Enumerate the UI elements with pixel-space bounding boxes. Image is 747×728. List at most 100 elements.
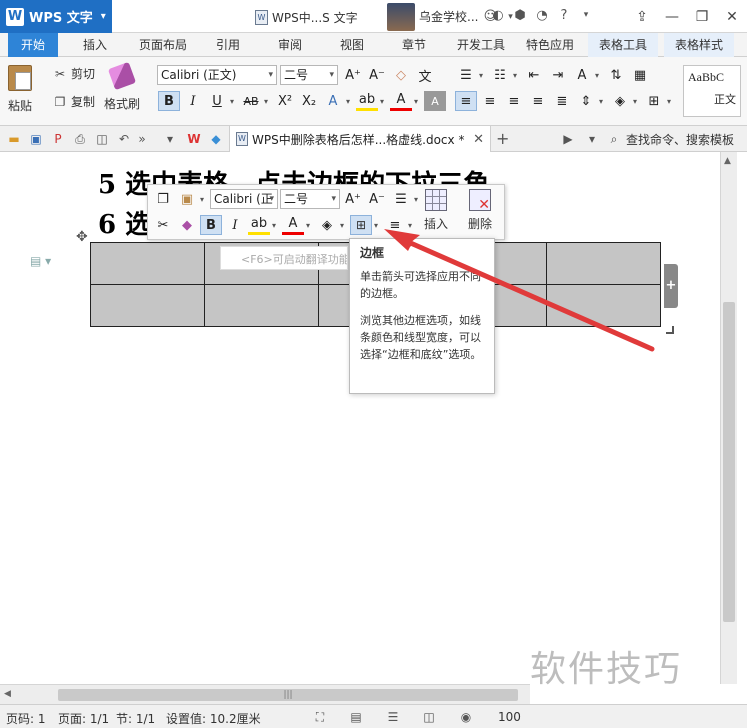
print-icon[interactable]: ⎙ (72, 131, 88, 147)
page-view-icon[interactable]: ▤ (348, 709, 364, 725)
chevron-down-icon[interactable]: ▾ (346, 97, 354, 106)
chevron-down-icon[interactable]: ▾ (200, 195, 208, 204)
chevron-down-icon[interactable]: ▾ (162, 131, 178, 147)
chevron-down-icon[interactable]: ▾ (264, 97, 272, 106)
grow-font-icon[interactable]: A⁺ (342, 189, 364, 209)
chevron-down-icon[interactable]: ▾ (633, 97, 641, 106)
phonetic-icon[interactable]: 文 (414, 65, 436, 85)
table-move-handle-icon[interactable]: ✥ (76, 229, 88, 245)
tab-review[interactable]: 审阅 (266, 33, 314, 57)
highlight-button[interactable]: ab (248, 215, 270, 235)
line-spacing-icon[interactable]: ☰ (390, 189, 412, 209)
text-effect-button[interactable]: A (322, 91, 344, 111)
eye-protect-icon[interactable]: ◉ (458, 709, 474, 725)
preview-icon[interactable]: ◫ (94, 131, 110, 147)
help-icon[interactable]: ? (556, 6, 572, 24)
clear-format-icon[interactable]: ◇ (390, 65, 412, 85)
distribute-icon[interactable]: ≣ (551, 91, 573, 111)
scroll-thumb[interactable]: ||| (58, 689, 518, 701)
play-icon[interactable]: ▶ (560, 131, 576, 147)
tab-references[interactable]: 引用 (204, 33, 252, 57)
copy-button[interactable]: ❐ 复制 (52, 93, 95, 110)
sort-icon[interactable]: ⇅ (605, 65, 627, 85)
chevron-down-icon[interactable]: ▾ (599, 97, 607, 106)
document-tab[interactable]: W WPS中删除表格后怎样...格虚线.docx * ✕ (229, 126, 491, 152)
superscript-button[interactable]: X² (274, 91, 296, 111)
close-button[interactable]: ✕ (717, 0, 747, 33)
align-center-icon[interactable]: ≡ (479, 91, 501, 111)
status-page-number[interactable]: 页码: 1 (6, 710, 46, 727)
chevron-down-icon[interactable]: ▾ (667, 97, 675, 106)
paste-button[interactable]: 粘贴 (8, 65, 32, 114)
table-resize-handle-icon[interactable] (666, 326, 674, 334)
shrink-font-icon[interactable]: A⁻ (366, 65, 388, 85)
table-cell[interactable] (90, 284, 205, 327)
subscript-button[interactable]: X₂ (298, 91, 320, 111)
status-section[interactable]: 节: 1/1 (116, 710, 155, 727)
highlight-button[interactable]: ab (356, 91, 378, 111)
bold-button[interactable]: B (200, 215, 222, 235)
pdf-icon[interactable]: P (50, 131, 66, 147)
shrink-font-icon[interactable]: A⁻ (366, 189, 388, 209)
cube-icon[interactable]: ⬢ (512, 6, 528, 24)
style-gallery[interactable]: AaBbC 正文 (683, 65, 741, 117)
more-icon[interactable]: » (134, 131, 150, 147)
table-cell[interactable] (204, 284, 319, 327)
fullscreen-icon[interactable]: ⛶ (312, 709, 328, 725)
chevron-down-icon[interactable]: ▾ (340, 221, 348, 230)
chevron-down-icon[interactable]: ▾ (595, 71, 603, 80)
indent-icon[interactable]: ⇥ (547, 65, 569, 85)
change-case-icon[interactable]: A (571, 65, 593, 85)
align-right-icon[interactable]: ≡ (503, 91, 525, 111)
zoom-level[interactable]: 100 (498, 710, 521, 724)
search-command[interactable]: ⌕ 查找命令、搜索模板 (606, 131, 734, 148)
paste-icon[interactable]: ▣ (176, 189, 198, 209)
tab-home[interactable]: 开始 (8, 33, 58, 57)
minimize-button[interactable]: — (657, 0, 687, 33)
numbered-list-icon[interactable]: ☷ (489, 65, 511, 85)
new-tab-button[interactable]: + (496, 129, 509, 148)
mini-font-name-select[interactable]: Calibri (正 ▾ (210, 189, 278, 209)
font-name-select[interactable]: Calibri (正文) ▾ (157, 65, 277, 85)
add-column-button[interactable]: + (664, 264, 678, 308)
restore-up-icon[interactable]: ⇪ (627, 0, 657, 33)
skin-icon[interactable]: ◐ (490, 6, 506, 24)
folder-icon[interactable]: ▬ (6, 131, 22, 147)
tab-special[interactable]: 特色应用 (518, 33, 582, 57)
chevron-down-icon[interactable]: ▾ (578, 6, 594, 24)
shading-icon[interactable]: ◈ (609, 91, 631, 111)
tab-section[interactable]: 章节 (390, 33, 438, 57)
scroll-up-icon[interactable]: ▲ (724, 156, 731, 166)
chevron-down-icon[interactable]: ▾ (230, 97, 238, 106)
vertical-scrollbar[interactable]: ▲ (720, 152, 737, 684)
eraser-icon[interactable]: ◆ (176, 215, 198, 235)
chevron-down-icon[interactable]: ▾ (584, 131, 600, 147)
shading-icon[interactable]: ◈ (316, 215, 338, 235)
tab-table-styles[interactable]: 表格样式 (664, 33, 734, 57)
strikethrough-button[interactable]: AB (240, 91, 262, 111)
save-icon[interactable]: ▣ (28, 131, 44, 147)
share-icon[interactable]: ◔ (534, 6, 550, 24)
wps-cloud-icon[interactable]: W (186, 131, 202, 147)
tab-table-tools[interactable]: 表格工具 (588, 33, 658, 57)
status-setting[interactable]: 设置值: 10.2厘米 (166, 710, 261, 727)
mini-font-size-select[interactable]: 二号 ▾ (280, 189, 340, 209)
border-button[interactable]: ⊞ (350, 215, 372, 235)
outdent-icon[interactable]: ⇤ (523, 65, 545, 85)
italic-button[interactable]: I (182, 91, 204, 111)
char-shading-button[interactable]: A (424, 91, 446, 111)
horizontal-scrollbar[interactable]: ◀ ||| (0, 684, 530, 704)
italic-button[interactable]: I (224, 215, 246, 235)
table-cell[interactable] (90, 242, 205, 285)
table-grid-icon[interactable]: ▦ (629, 65, 651, 85)
font-color-button[interactable]: A (282, 215, 304, 235)
scroll-left-icon[interactable]: ◀ (4, 689, 11, 699)
justify-icon[interactable]: ≡ (527, 91, 549, 111)
chevron-down-icon[interactable]: ▾ (414, 97, 422, 106)
font-color-button[interactable]: A (390, 91, 412, 111)
bold-button[interactable]: B (158, 91, 180, 111)
bullet-list-icon[interactable]: ☰ (455, 65, 477, 85)
align-left-icon[interactable]: ≡ (455, 91, 477, 111)
chevron-down-icon[interactable]: ▾ (272, 221, 280, 230)
grow-font-icon[interactable]: A⁺ (342, 65, 364, 85)
